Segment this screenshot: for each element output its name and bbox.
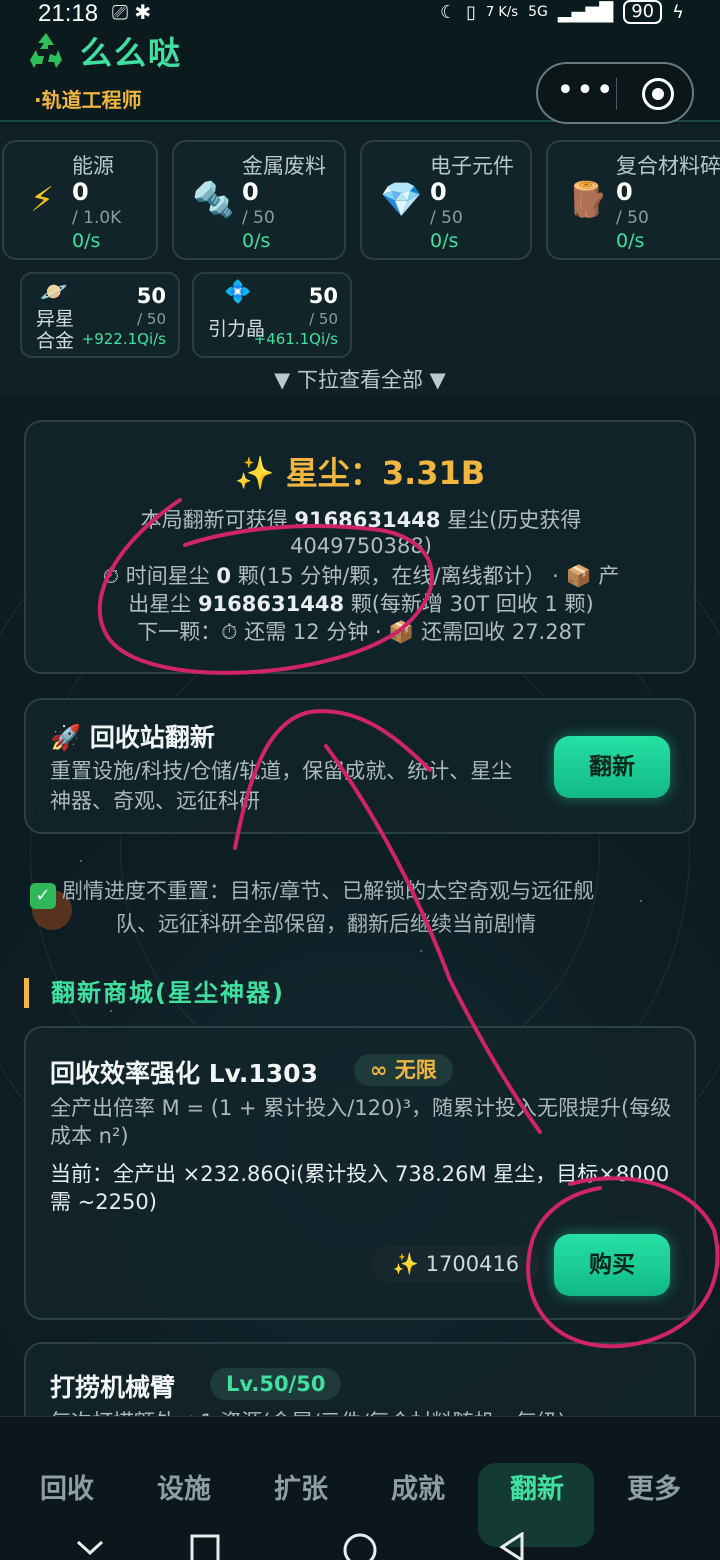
wood-log-icon: 🪵: [566, 180, 609, 220]
resource-max: / 50: [137, 310, 166, 328]
refresh-description: 重置设施/科技/仓储/轨道，保留成就、统计、星尘神器、奇观、远征科研: [50, 759, 513, 813]
stardust-time-line: ⏱ 时间星尘 0 颗(15 分钟/颗，在线/离线都计） · 📦 产: [102, 564, 620, 588]
close-target-icon[interactable]: [642, 78, 674, 110]
checkbox-icon: ✓: [30, 883, 56, 909]
resource-rate: 0/s: [430, 230, 459, 252]
recents-square-icon[interactable]: [190, 1534, 220, 1560]
stardust-history: 4049750388): [290, 534, 432, 558]
net-speed: 7 K/s: [485, 4, 519, 20]
resource-panel: ⚡ 能源 0 / 1.0K 0/s 🔩 金属废料 0 / 50 0/s 💎 电子…: [0, 124, 720, 394]
refresh-title: 🚀 回收站翻新: [50, 723, 215, 752]
resource-value: 0: [72, 178, 89, 206]
resource-card-energy: ⚡ 能源 0 / 1.0K 0/s: [2, 140, 158, 260]
stardust-card: ✨ 星尘：3.31B 本局翻新可获得 9168631448 星尘(历史获得 40…: [24, 420, 696, 674]
upgrade-title: 回收效率强化 Lv.1303: [50, 1059, 318, 1088]
signal-bars-icon: ▂▄▆█: [557, 1, 614, 23]
stardust-total: ✨ 星尘：3.31B: [234, 454, 486, 492]
lightning-icon: ⚡: [30, 180, 54, 220]
tab-expand[interactable]: 扩张: [242, 1467, 360, 1506]
vibrate-icon: ▯: [466, 1, 476, 23]
upgrade-current: 当前：全产出 ×232.86Qi(累计投入 738.26M 星尘，目标×8000…: [50, 1162, 670, 1214]
screw-icon: 🔩: [192, 180, 235, 220]
signal-icon: 5G: [528, 4, 548, 20]
system-nav-bar: [0, 1526, 720, 1560]
stardust-next-line: 下一颗：⏱ 还需 12 分钟 · 📦 还需回收 27.28T: [137, 620, 585, 644]
resource-value: 0: [616, 178, 633, 206]
moon-icon: ☾: [439, 1, 457, 23]
recycle-icon: [30, 33, 62, 68]
resource-card-composite: 🪵 复合材料碎 0 / 50 0/s: [546, 140, 720, 260]
resource-card-alien-alloy: 🪐 异星 合金 50 / 50 +922.1Qi/s: [20, 272, 180, 358]
tab-refresh[interactable]: 翻新: [478, 1467, 596, 1506]
stardust-gain-line: 本局翻新可获得 9168631448 星尘(历史获得: [140, 508, 582, 532]
infinite-tag: ∞ 无限: [354, 1054, 453, 1086]
refresh-card: 🚀 回收站翻新 重置设施/科技/仓储/轨道，保留成就、统计、星尘神器、奇观、远征…: [24, 698, 696, 834]
back-triangle-icon[interactable]: [498, 1532, 526, 1560]
resource-value: 50: [308, 284, 338, 308]
tab-facilities[interactable]: 设施: [125, 1467, 243, 1506]
resource-value: 50: [136, 284, 166, 308]
resource-max: / 50: [242, 208, 275, 228]
app-title: 么么哒: [80, 34, 183, 72]
status-bar: 21:18 ⎚ ✱ ☾ ▯ 7 K/s 5G ▂▄▆█ 90 ϟ: [0, 0, 720, 27]
resource-max: / 50: [616, 208, 649, 228]
shop-section-title: 翻新商城(星尘神器): [24, 978, 285, 1008]
home-circle-icon[interactable]: [342, 1532, 378, 1560]
resource-name: 能源: [72, 154, 114, 178]
crystal-icon: 💠: [224, 280, 252, 305]
player-rank: ·轨道工程师: [34, 88, 142, 112]
chevron-down-icon[interactable]: [76, 1540, 104, 1556]
resource-name: 复合材料碎: [616, 154, 720, 178]
upgrade-title: 打捞机械臂: [50, 1373, 176, 1402]
expand-all-toggle[interactable]: ▼ 下拉查看全部 ▼: [0, 364, 720, 394]
tab-recycle[interactable]: 回收: [8, 1467, 126, 1506]
resource-rate: +461.1Qi/s: [253, 330, 338, 348]
miniprogram-capsule[interactable]: •••: [536, 62, 694, 124]
diamond-icon: 💎: [380, 180, 423, 220]
tab-achievements[interactable]: 成就: [359, 1467, 477, 1506]
status-time: 21:18: [38, 0, 99, 27]
cast-bluetooth-icon: ⎚ ✱: [112, 0, 152, 24]
resource-rate: 0/s: [242, 230, 271, 252]
refresh-button[interactable]: 翻新: [554, 736, 670, 798]
story-progress-note: ✓ 剧情进度不重置：目标/章节、已解锁的太空奇观与远征舰 队、远征科研全部保留，翻…: [30, 876, 700, 939]
resource-max: / 1.0K: [72, 208, 122, 228]
resource-card-metal: 🔩 金属废料 0 / 50 0/s: [172, 140, 346, 260]
resource-rate: 0/s: [616, 230, 645, 252]
tab-more[interactable]: 更多: [595, 1467, 713, 1506]
resource-rate: 0/s: [72, 230, 101, 252]
more-dots-icon[interactable]: •••: [556, 76, 616, 106]
upgrade-card-efficiency: 回收效率强化 Lv.1303 ∞ 无限 全产出倍率 M = (1 + 累计投入/…: [24, 1026, 696, 1320]
upgrade-cost: ✨ 1700416: [372, 1246, 540, 1282]
resource-value: 0: [430, 178, 447, 206]
planet-icon: 🪐: [40, 280, 68, 305]
resource-name: 电子元件: [430, 154, 514, 178]
resource-value: 0: [242, 178, 259, 206]
resource-name: 异星 合金: [36, 308, 75, 352]
resource-max: / 50: [309, 310, 338, 328]
upgrade-description: 全产出倍率 M = (1 + 累计投入/120)³，随累计投入无限提升(每级成本…: [50, 1096, 672, 1148]
stardust-output-line: 出星尘 9168631448 颗(每新增 30T 回收 1 颗): [128, 592, 594, 616]
resource-rate: +922.1Qi/s: [81, 330, 166, 348]
battery-icon: 90: [623, 0, 663, 24]
resource-card-electronics: 💎 电子元件 0 / 50 0/s: [360, 140, 532, 260]
resource-name: 金属废料: [242, 154, 326, 178]
resource-max: / 50: [430, 208, 463, 228]
charging-icon: ϟ: [672, 1, 684, 23]
buy-button[interactable]: 购买: [554, 1234, 670, 1296]
resource-card-gravity-crystal: 💠 引力晶 50 / 50 +461.1Qi/s: [192, 272, 352, 358]
level-tag: Lv.50/50: [210, 1368, 342, 1400]
